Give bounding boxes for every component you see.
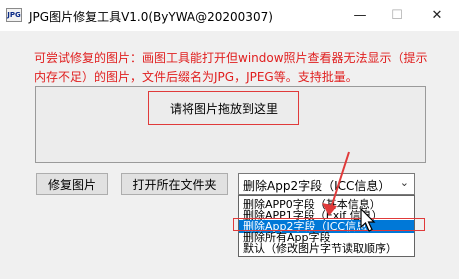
field-select[interactable]: 删除App2字段（ICC信息） ⌄ bbox=[238, 173, 415, 195]
open-folder-button[interactable]: 打开所在文件夹 bbox=[121, 173, 228, 195]
dropdown-option[interactable]: 默认（修改图片字节读取顺序） bbox=[239, 242, 414, 255]
app-icon: JPG bbox=[6, 8, 22, 22]
close-button[interactable]: ✕ bbox=[415, 0, 459, 31]
drop-zone-label: 请将图片拖放到这里 bbox=[170, 102, 279, 116]
repair-button[interactable]: 修复图片 bbox=[36, 173, 108, 195]
selected-option-highlight bbox=[233, 218, 425, 231]
chevron-down-icon: ⌄ bbox=[399, 176, 409, 189]
window-title: JPG图片修复工具V1.0(ByYWA@20200307) bbox=[29, 10, 273, 24]
mouse-cursor-icon bbox=[360, 208, 376, 232]
maximize-button[interactable]: ☐ bbox=[375, 0, 419, 31]
title-bar: JPG JPG图片修复工具V1.0(ByYWA@20200307) — ☐ ✕ bbox=[0, 0, 459, 31]
description-text: 可尝试修复的图片：画图工具能打开但window照片查看器无法显示（提示内存不足）… bbox=[34, 51, 428, 84]
select-value: 删除App2字段（ICC信息） bbox=[243, 179, 391, 193]
